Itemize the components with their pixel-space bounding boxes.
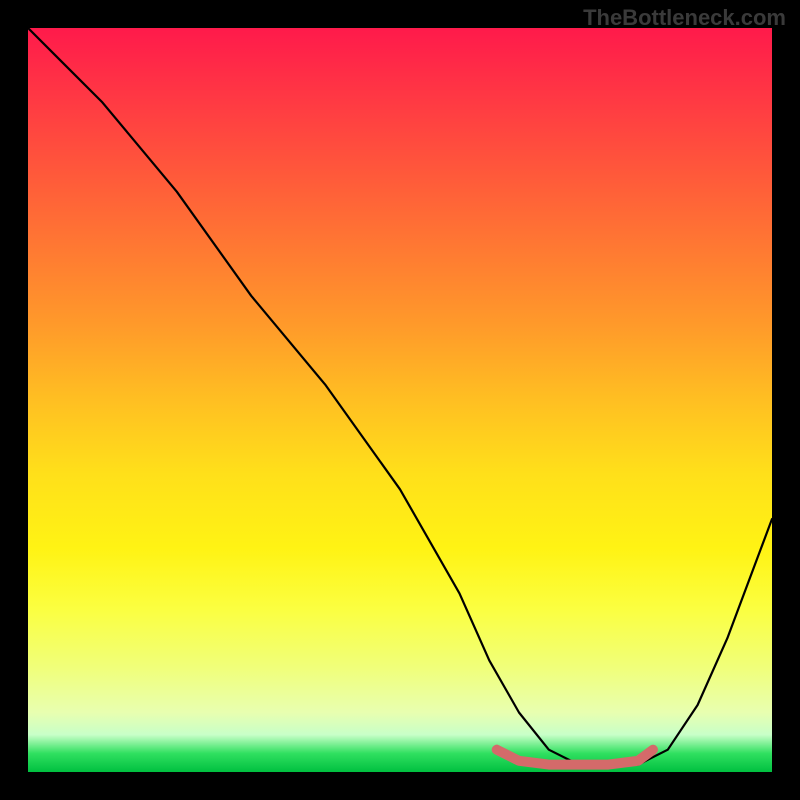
chart-svg [28, 28, 772, 772]
curve-highlight [497, 750, 653, 765]
watermark-text: TheBottleneck.com [583, 5, 786, 31]
curve-main [28, 28, 772, 765]
chart-frame: TheBottleneck.com [0, 0, 800, 800]
